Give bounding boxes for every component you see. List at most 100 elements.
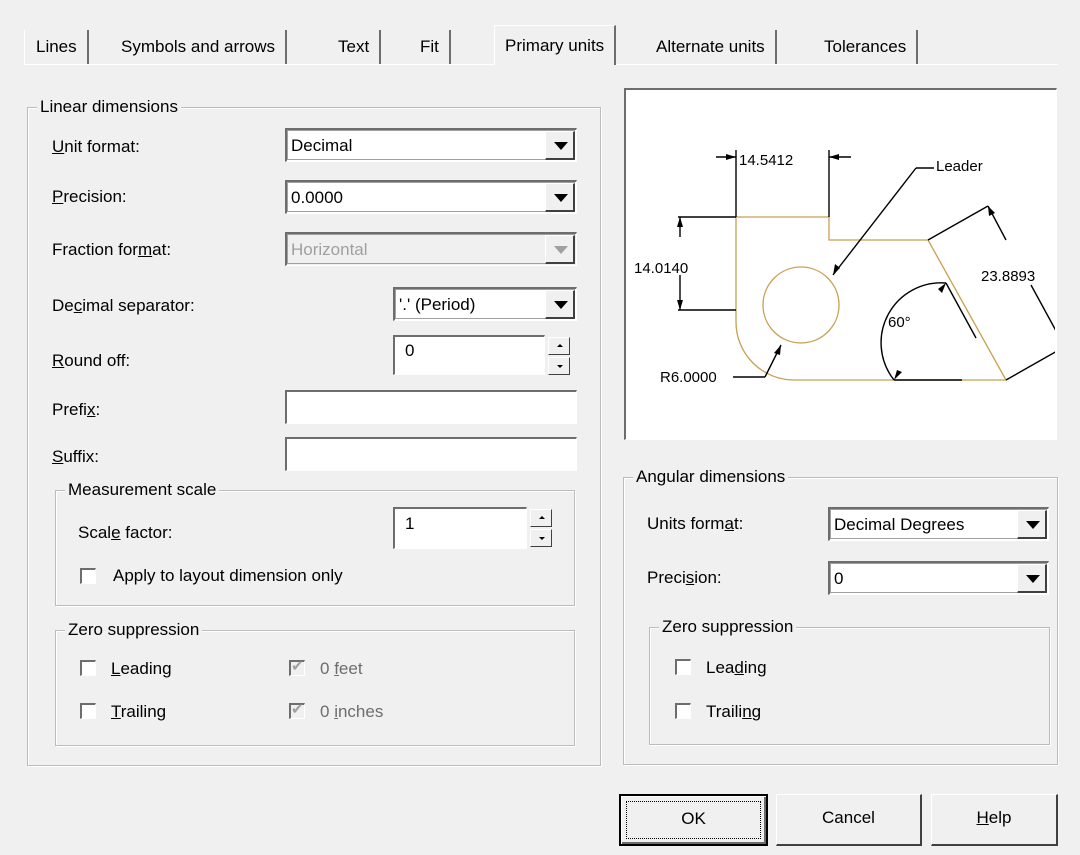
check-icon: ✔ [291, 701, 304, 718]
angle-text: 60° [888, 314, 911, 331]
arrow-up-icon [557, 344, 563, 347]
unit-format-select[interactable]: Decimal [285, 128, 577, 162]
angular-trailing-checkbox[interactable] [675, 703, 691, 719]
angular-precision-value: 0 [834, 569, 844, 588]
arrow-up-icon [539, 516, 545, 519]
dropdown-button[interactable] [1017, 510, 1047, 539]
tab-strip-edge [24, 30, 25, 64]
measurement-scale-title: Measurement scale [65, 480, 220, 500]
linear-trailing-checkbox[interactable] [80, 703, 96, 719]
leader-text: Leader [936, 158, 983, 175]
spin-up-button[interactable] [548, 337, 570, 355]
linear-trailing-label: Trailing [111, 702, 167, 721]
spin-down-button[interactable] [530, 529, 552, 547]
tab-label: Fit [420, 37, 439, 56]
dimension-preview-drawing: 14.5412 14.0140 23.8893 60° R6.0000 Lead… [634, 150, 1055, 386]
precision-value: 0.0000 [291, 188, 343, 207]
angular-dimensions-title: Angular dimensions [633, 467, 789, 487]
tab-symbols-and-arrows[interactable]: Symbols and arrows [111, 30, 288, 64]
decimal-separator-select[interactable]: '.' (Period) [393, 287, 577, 321]
units-format-select[interactable]: Decimal Degrees [828, 507, 1049, 541]
help-label: Help [976, 808, 1012, 827]
suffix-input[interactable] [285, 437, 577, 471]
zero-suppression-linear-title: Zero suppression [65, 620, 203, 640]
chevron-down-icon [1026, 521, 1040, 529]
angular-trailing-label: Trailing [706, 702, 762, 721]
zero-suppression-linear-group [55, 630, 575, 746]
angular-precision-label: Precision: [647, 568, 722, 587]
prefix-label: Prefix: [52, 400, 101, 419]
precision-select[interactable]: 0.0000 [285, 180, 577, 214]
units-format-label: Units format: [647, 514, 744, 533]
angular-leading-label: Leading [706, 658, 767, 677]
precision-label: Precision: [52, 187, 127, 206]
inches-checkbox[interactable]: ✔ [289, 701, 305, 719]
radius-text: R6.0000 [660, 369, 717, 386]
fraction-format-select[interactable]: Horizontal [285, 232, 577, 266]
focus-rect [626, 801, 761, 839]
dropdown-button[interactable] [1017, 564, 1047, 593]
tab-label: Primary units [505, 36, 605, 55]
tab-label: Lines [36, 37, 77, 56]
unit-format-value: Decimal [291, 136, 353, 155]
dim-top-text: 14.5412 [739, 152, 793, 169]
arrowheads [677, 154, 995, 380]
chevron-down-icon [554, 246, 568, 254]
dim-left-text: 14.0140 [634, 260, 688, 277]
dropdown-button[interactable] [545, 290, 575, 319]
apply-layout-checkbox[interactable] [80, 568, 96, 584]
linear-leading-checkbox[interactable] [80, 660, 96, 676]
tab-label: Text [338, 37, 370, 56]
fraction-format-value: Horizontal [291, 240, 368, 259]
spin-up-button[interactable] [530, 509, 552, 527]
chevron-down-icon [554, 142, 568, 150]
zero-suppression-angular-title: Zero suppression [659, 617, 797, 637]
arrow-down-icon [539, 537, 545, 540]
scale-factor-label: Scale factor: [78, 523, 173, 542]
zero-suppression-angular-group [649, 627, 1050, 745]
tab-tolerances[interactable]: Tolerances [814, 30, 919, 64]
dropdown-button[interactable] [545, 183, 575, 212]
prefix-input[interactable] [285, 390, 577, 424]
round-off-spinner[interactable] [548, 337, 572, 377]
units-format-value: Decimal Degrees [834, 515, 965, 534]
chevron-down-icon [554, 194, 568, 202]
scale-factor-input[interactable]: 1 [393, 507, 527, 549]
preview-pane: 14.5412 14.0140 23.8893 60° R6.0000 Lead… [624, 88, 1057, 440]
dropdown-button[interactable] [545, 235, 575, 264]
tab-text[interactable]: Text [328, 30, 382, 64]
angular-precision-select[interactable]: 0 [828, 561, 1049, 595]
tab-primary-units[interactable]: Primary units [494, 25, 617, 65]
unit-format-label: Unit format: [52, 137, 140, 156]
inches-label: 0 inches [320, 702, 384, 721]
apply-layout-label: Apply to layout dimension only [113, 566, 343, 585]
round-off-value: 0 [405, 341, 415, 360]
scale-factor-value: 1 [405, 514, 415, 533]
dropdown-button[interactable] [545, 131, 575, 160]
tab-label: Symbols and arrows [121, 37, 276, 56]
spin-down-button[interactable] [548, 357, 570, 375]
dim-right-text: 23.8893 [981, 268, 1035, 285]
check-icon: ✔ [291, 658, 304, 675]
ok-button[interactable]: OK [619, 794, 768, 846]
help-button[interactable]: Help [931, 794, 1058, 846]
linear-dimensions-title: Linear dimensions [37, 97, 181, 117]
chevron-down-icon [554, 301, 568, 309]
round-off-label: Round off: [52, 351, 131, 370]
cancel-button[interactable]: Cancel [776, 794, 922, 846]
tab-alternate-units[interactable]: Alternate units [646, 30, 777, 64]
round-off-input[interactable]: 0 [393, 335, 545, 375]
feet-label: 0 feet [320, 659, 363, 678]
scale-factor-spinner[interactable] [530, 509, 554, 549]
cancel-label: Cancel [822, 808, 875, 827]
tab-lines[interactable]: Lines [26, 30, 89, 64]
decimal-separator-value: '.' (Period) [399, 295, 476, 314]
dimension-lines [678, 150, 1055, 381]
angular-leading-checkbox[interactable] [675, 659, 691, 675]
arrow-down-icon [557, 365, 563, 368]
fraction-format-label: Fraction format: [52, 240, 172, 259]
chevron-down-icon [1026, 575, 1040, 583]
suffix-label: Suffix: [52, 447, 99, 466]
tab-fit[interactable]: Fit [410, 30, 451, 64]
feet-checkbox[interactable]: ✔ [289, 658, 305, 676]
